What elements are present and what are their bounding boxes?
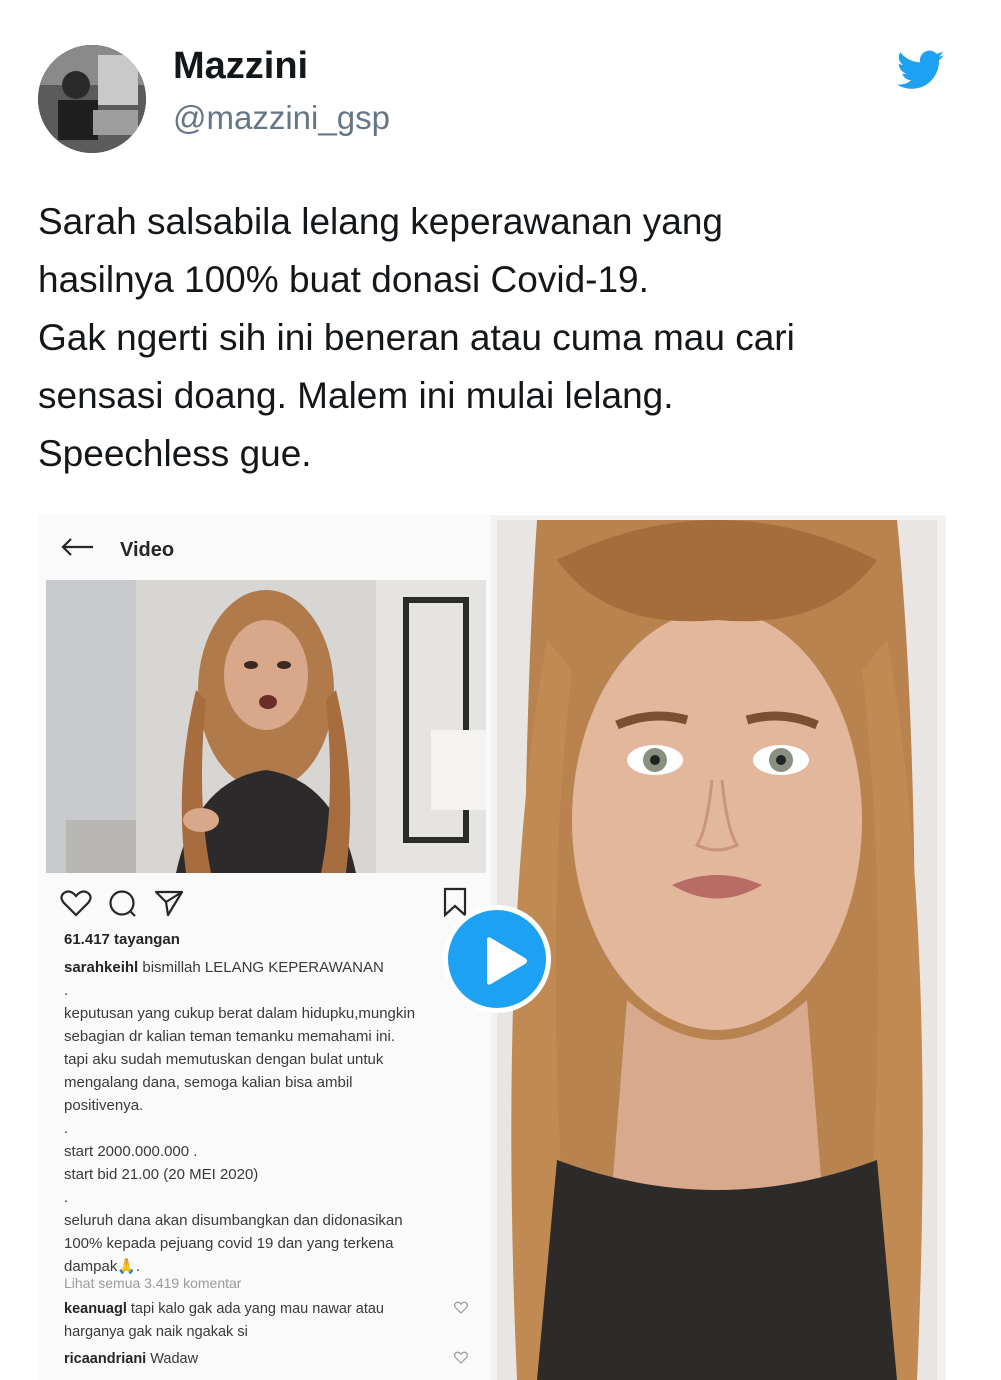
caption-first-line: bismillah LELANG KEPERAWANAN xyxy=(138,959,384,976)
comment-icon[interactable] xyxy=(108,889,138,919)
comment-item: ricaandriani Wadaw xyxy=(64,1348,464,1371)
instagram-title: Video xyxy=(120,539,175,561)
caption-line: seluruh dana akan disumbangkan dan didon… xyxy=(64,1212,403,1229)
share-icon[interactable] xyxy=(154,889,184,917)
portrait-video-frame xyxy=(497,520,937,1380)
instagram-caption: sarahkeihl bismillah LELANG KEPERAWANAN … xyxy=(64,956,454,1278)
tweet-media[interactable]: Video 61.417 tayangan sarahkeihl bismill… xyxy=(38,515,946,1380)
caption-line: tapi aku sudah memutuskan dengan bulat u… xyxy=(64,1051,384,1068)
caption-line: . xyxy=(64,982,69,999)
comment-text: harganya gak naik ngakak si xyxy=(64,1324,248,1340)
comment-text: Wadaw xyxy=(146,1351,199,1367)
twitter-bird-icon[interactable] xyxy=(897,50,945,94)
tweet-text-line: sensasi doang. Malem ini mulai lelang. xyxy=(38,375,674,416)
author-handle[interactable]: @mazzini_gsp xyxy=(173,99,390,137)
author-name[interactable]: Mazzini xyxy=(173,45,308,88)
instagram-view-count: 61.417 tayangan xyxy=(64,931,180,948)
caption-line: 100% kepada pejuang covid 19 dan yang te… xyxy=(64,1235,394,1252)
heart-icon[interactable] xyxy=(60,889,92,917)
tweet-text-line: Speechless gue. xyxy=(38,433,312,474)
instagram-action-bar xyxy=(60,887,480,919)
caption-line: keputusan yang cukup berat dalam hidupku… xyxy=(64,1005,416,1022)
comment-username[interactable]: keanuagl xyxy=(64,1301,127,1317)
view-all-comments-link[interactable]: Lihat semua 3.419 komentar xyxy=(64,1275,241,1291)
caption-line: mengalang dana, semoga kalian bisa ambil xyxy=(64,1074,353,1091)
comment-text: tapi kalo gak ada yang mau nawar atau xyxy=(126,1301,385,1317)
caption-line: start 2000.000.000 . xyxy=(64,1143,198,1160)
tweet-text: Sarah salsabila lelang keperawanan yang … xyxy=(38,193,968,483)
tweet-text-line: Gak ngerti sih ini beneran atau cuma mau… xyxy=(38,317,795,358)
instagram-screenshot: Video 61.417 tayangan sarahkeihl bismill… xyxy=(38,515,491,1380)
caption-line: sebagian dr kalian teman temanku memaham… xyxy=(64,1028,396,1045)
instagram-header: Video xyxy=(38,515,491,580)
caption-line: . xyxy=(64,1120,69,1137)
comment-username[interactable]: ricaandriani xyxy=(64,1351,146,1367)
tweet-text-line: hasilnya 100% buat donasi Covid-19. xyxy=(38,259,649,300)
back-arrow-icon xyxy=(61,538,93,556)
caption-username[interactable]: sarahkeihl xyxy=(64,959,138,976)
caption-line: . xyxy=(64,1189,69,1206)
play-button[interactable] xyxy=(443,905,551,1013)
caption-line: start bid 21.00 (20 MEI 2020) xyxy=(64,1166,259,1183)
instagram-video-frame xyxy=(46,580,486,873)
author-avatar[interactable] xyxy=(38,45,146,153)
comment-like-icon[interactable] xyxy=(454,1351,468,1364)
comment-like-icon[interactable] xyxy=(454,1301,468,1314)
caption-line: positivenya. xyxy=(64,1097,144,1114)
bookmark-icon[interactable] xyxy=(442,887,468,917)
play-icon xyxy=(487,937,527,985)
tweet-text-line: Sarah salsabila lelang keperawanan yang xyxy=(38,201,723,242)
comment-item: keanuagl tapi kalo gak ada yang mau nawa… xyxy=(64,1298,464,1344)
